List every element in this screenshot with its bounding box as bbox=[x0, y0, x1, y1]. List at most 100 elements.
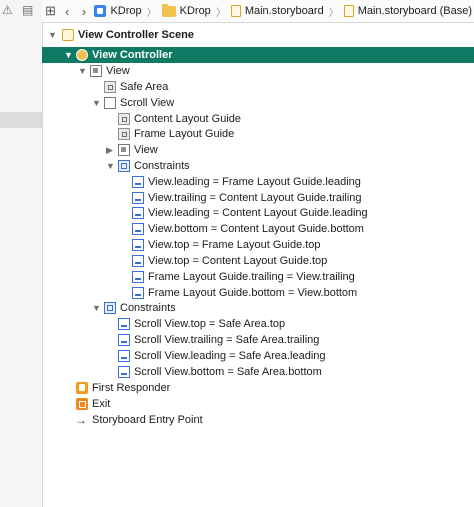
view-controller-icon bbox=[76, 49, 88, 61]
view-label: View bbox=[106, 65, 130, 77]
constraint-row[interactable]: Frame Layout Guide.bottom = View.bottom bbox=[42, 285, 474, 301]
outline-row-first-responder[interactable]: First Responder bbox=[42, 380, 474, 396]
constraint-icon bbox=[132, 287, 144, 299]
layout-guide-icon bbox=[118, 113, 130, 125]
constraint-icon bbox=[132, 239, 144, 251]
constraint-icon bbox=[118, 366, 130, 378]
view-icon bbox=[118, 144, 130, 156]
constraint-label: View.bottom = Content Layout Guide.botto… bbox=[148, 223, 364, 235]
disclosure-down-icon[interactable]: ▼ bbox=[48, 27, 57, 43]
constraint-row[interactable]: View.leading = Frame Layout Guide.leadin… bbox=[42, 174, 474, 190]
constraint-label: View.leading = Content Layout Guide.lead… bbox=[148, 207, 368, 219]
constraint-icon bbox=[118, 350, 130, 362]
scroll-view-icon bbox=[104, 97, 116, 109]
jumpbar-item-folder[interactable]: KDrop bbox=[160, 3, 213, 17]
grid-icon[interactable]: ⊞ bbox=[42, 3, 59, 19]
chevron-right-icon: 〉 bbox=[328, 7, 339, 19]
scroll-view-label: Scroll View bbox=[120, 97, 175, 109]
exit-icon bbox=[76, 398, 88, 410]
outline-row-inner-view[interactable]: ▶ View bbox=[42, 142, 474, 158]
constraint-row[interactable]: Scroll View.bottom = Safe Area.bottom bbox=[42, 364, 474, 380]
gutter-toolbar: ⚠ ▤ bbox=[0, 0, 42, 22]
comment-icon[interactable]: ▤ bbox=[22, 3, 33, 17]
first-responder-label: First Responder bbox=[92, 382, 171, 394]
constraint-label: Scroll View.trailing = Safe Area.trailin… bbox=[134, 334, 320, 346]
constraint-row[interactable]: View.leading = Content Layout Guide.lead… bbox=[42, 205, 474, 221]
disclosure-right-icon[interactable]: ▶ bbox=[106, 142, 113, 158]
layout-guide-icon bbox=[118, 128, 130, 140]
folder-icon bbox=[161, 3, 176, 17]
constraints-label: Constraints bbox=[120, 302, 176, 314]
constraint-icon bbox=[132, 255, 144, 267]
content-layout-guide-label: Content Layout Guide bbox=[134, 113, 242, 125]
left-gutter bbox=[0, 0, 43, 507]
constraint-label: View.trailing = Content Layout Guide.tra… bbox=[148, 192, 362, 204]
jumpbar-label: KDrop bbox=[110, 5, 142, 17]
scene-icon bbox=[62, 29, 74, 41]
constraint-label: Scroll View.bottom = Safe Area.bottom bbox=[134, 366, 322, 378]
outline-row-exit[interactable]: Exit bbox=[42, 396, 474, 412]
outline-row-scroll-view[interactable]: ▼ Scroll View bbox=[42, 95, 474, 111]
disclosure-down-icon[interactable]: ▼ bbox=[92, 95, 101, 111]
frame-layout-guide-label: Frame Layout Guide bbox=[134, 128, 235, 140]
storyboard-icon bbox=[343, 5, 354, 17]
disclosure-down-icon[interactable]: ▼ bbox=[78, 63, 87, 79]
constraint-row[interactable]: View.trailing = Content Layout Guide.tra… bbox=[42, 190, 474, 206]
constraint-label: Frame Layout Guide.bottom = View.bottom bbox=[148, 287, 358, 299]
constraint-row[interactable]: Scroll View.leading = Safe Area.leading bbox=[42, 348, 474, 364]
chevron-right-icon: 〉 bbox=[146, 7, 157, 19]
warning-icon[interactable]: ⚠ bbox=[2, 3, 13, 17]
constraint-label: Scroll View.leading = Safe Area.leading bbox=[134, 350, 326, 362]
constraint-row[interactable]: Scroll View.trailing = Safe Area.trailin… bbox=[42, 332, 474, 348]
exit-label: Exit bbox=[92, 398, 111, 410]
constraint-label: View.top = Frame Layout Guide.top bbox=[148, 239, 321, 251]
view-icon bbox=[90, 65, 102, 77]
outline-row-view[interactable]: ▼ View bbox=[42, 63, 474, 79]
constraints-label: Constraints bbox=[134, 160, 190, 172]
outline-row-safe-area[interactable]: Safe Area bbox=[42, 79, 474, 95]
outline-row-scene[interactable]: ▼ View Controller Scene bbox=[42, 27, 474, 43]
jump-bar: ⊞ ‹ › KDrop 〉 KDrop 〉 Main.storyboard 〉 … bbox=[42, 0, 474, 23]
disclosure-down-icon[interactable]: ▼ bbox=[64, 47, 73, 63]
outline-row-constraints-inner[interactable]: ▼ Constraints bbox=[42, 158, 474, 174]
outline-row-view-controller[interactable]: ▼ View Controller bbox=[42, 47, 474, 63]
layout-guide-icon bbox=[104, 81, 116, 93]
first-responder-icon bbox=[76, 382, 88, 394]
constraint-label: View.top = Content Layout Guide.top bbox=[148, 255, 328, 267]
jumpbar-item-project[interactable]: KDrop bbox=[92, 5, 143, 17]
constraint-icon bbox=[132, 271, 144, 283]
constraint-icon bbox=[118, 318, 130, 330]
constraint-icon bbox=[132, 207, 144, 219]
view-controller-label: View Controller bbox=[92, 49, 173, 61]
constraint-label: Scroll View.top = Safe Area.top bbox=[134, 318, 286, 330]
constraint-row[interactable]: Scroll View.top = Safe Area.top bbox=[42, 316, 474, 332]
project-icon bbox=[94, 5, 107, 17]
constraint-row[interactable]: View.bottom = Content Layout Guide.botto… bbox=[42, 221, 474, 237]
constraint-row[interactable]: Frame Layout Guide.trailing = View.trail… bbox=[42, 269, 474, 285]
constraint-row[interactable]: View.top = Frame Layout Guide.top bbox=[42, 237, 474, 253]
disclosure-down-icon[interactable]: ▼ bbox=[106, 158, 115, 174]
scene-label: View Controller Scene bbox=[78, 29, 194, 41]
safe-area-label: Safe Area bbox=[120, 81, 169, 93]
constraints-icon bbox=[118, 160, 130, 172]
outline-row-constraints-outer[interactable]: ▼ Constraints bbox=[42, 300, 474, 316]
constraint-label: Frame Layout Guide.trailing = View.trail… bbox=[148, 271, 355, 283]
constraint-label: View.leading = Frame Layout Guide.leadin… bbox=[148, 176, 361, 188]
constraint-icon bbox=[132, 176, 144, 188]
gutter-selection bbox=[0, 112, 42, 128]
outline-row-frame-layout-guide[interactable]: Frame Layout Guide bbox=[42, 126, 474, 142]
chevron-right-icon: 〉 bbox=[215, 7, 226, 19]
entry-point-label: Storyboard Entry Point bbox=[92, 414, 203, 426]
back-button[interactable]: ‹ bbox=[59, 4, 76, 19]
forward-button[interactable]: › bbox=[76, 4, 93, 19]
outline-row-content-layout-guide[interactable]: Content Layout Guide bbox=[42, 111, 474, 127]
jumpbar-label: Main.storyboard bbox=[244, 5, 324, 17]
jumpbar-item-storyboard[interactable]: Main.storyboard bbox=[229, 5, 326, 17]
storyboard-icon bbox=[230, 5, 241, 17]
jumpbar-label: KDrop bbox=[179, 5, 211, 17]
constraint-row[interactable]: View.top = Content Layout Guide.top bbox=[42, 253, 474, 269]
outline-row-entry-point[interactable]: → Storyboard Entry Point bbox=[42, 412, 474, 428]
jumpbar-item-storyboard-base[interactable]: Main.storyboard (Base) bbox=[342, 5, 474, 17]
disclosure-down-icon[interactable]: ▼ bbox=[92, 300, 101, 316]
inner-view-label: View bbox=[134, 144, 158, 156]
